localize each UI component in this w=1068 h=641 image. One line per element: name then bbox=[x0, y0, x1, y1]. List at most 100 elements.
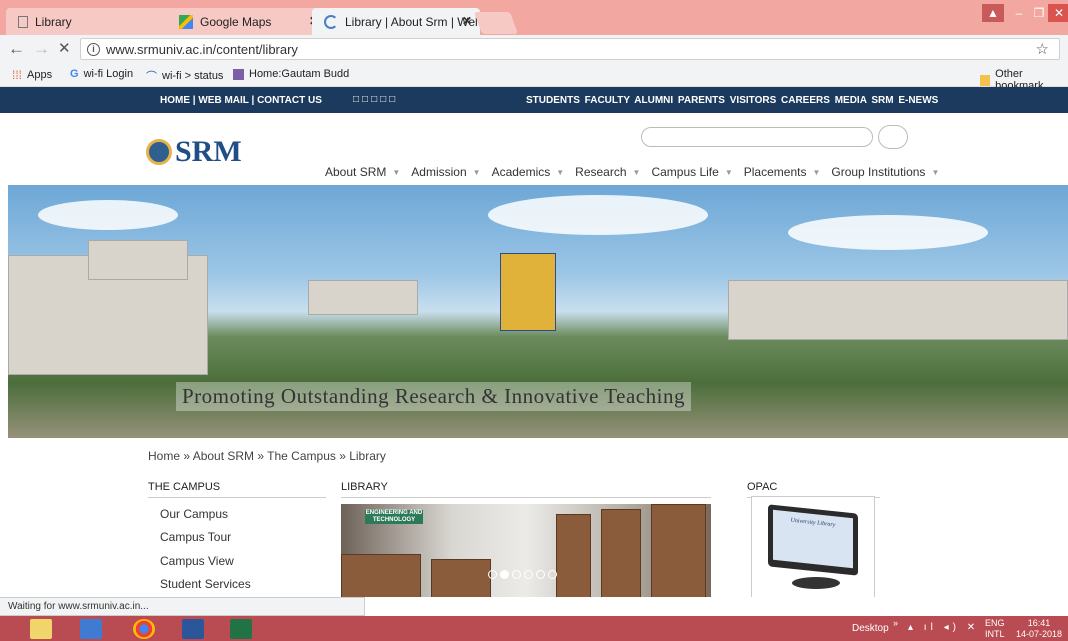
bookshelf bbox=[651, 504, 706, 597]
chrome-icon[interactable] bbox=[133, 619, 155, 639]
site-search-input[interactable] bbox=[641, 127, 873, 147]
user-icon[interactable]: ▲ bbox=[982, 4, 1004, 22]
bookmarks-bar: ⁞⁞⁞ Apps G wi-fi Login ⌒ wi-fi > status … bbox=[0, 63, 1068, 92]
site-search-button[interactable] bbox=[878, 125, 908, 149]
browser-toolbar: ← → ✕ i www.srmuniv.ac.in/content/librar… bbox=[0, 35, 1068, 63]
monitor-stand bbox=[792, 577, 840, 589]
slide-dot[interactable] bbox=[536, 570, 545, 579]
opac-link[interactable]: University Library bbox=[751, 496, 875, 597]
maps-icon bbox=[179, 14, 193, 29]
tab-title: Library bbox=[35, 14, 72, 29]
caret-down-icon: ▼ bbox=[812, 167, 821, 177]
tab-title: Library | About Srm | Wel bbox=[345, 14, 478, 29]
nav-placements[interactable]: Placements ▼ bbox=[744, 165, 821, 179]
restore-button[interactable]: ❐ bbox=[1028, 4, 1050, 22]
top-links[interactable]: HOME | WEB MAIL | CONTACT US bbox=[160, 95, 322, 106]
nav-admission[interactable]: Admission ▼ bbox=[411, 165, 480, 179]
minimize-button[interactable]: – bbox=[1008, 4, 1030, 22]
audience-links[interactable]: STUDENTS FACULTY ALUMNI PARENTS VISITORS… bbox=[526, 95, 938, 106]
browser-tab-strip: Library ✕ Google Maps ✕ Library | About … bbox=[0, 0, 1068, 35]
building-right bbox=[728, 280, 1068, 340]
bookmark-wifi-status[interactable]: ⌒ wi-fi > status bbox=[146, 68, 223, 84]
link-student-services[interactable]: Student Services bbox=[160, 577, 251, 591]
srm-logo[interactable]: SRM bbox=[146, 135, 242, 169]
building-mid bbox=[308, 280, 418, 315]
desktop-toolbar[interactable]: Desktop bbox=[852, 623, 889, 634]
nav-campus-life[interactable]: Campus Life ▼ bbox=[651, 165, 732, 179]
lang-layout: INTL bbox=[985, 629, 1005, 639]
nav-academics[interactable]: Academics ▼ bbox=[492, 165, 565, 179]
banner-caption: Promoting Outstanding Research & Innovat… bbox=[176, 382, 691, 411]
library-sign: ENGINEERING AND TECHNOLOGY bbox=[365, 510, 423, 524]
cloud bbox=[488, 195, 708, 235]
caret-down-icon: ▼ bbox=[392, 167, 401, 177]
cloud bbox=[38, 200, 178, 230]
slideshow-dots bbox=[488, 570, 560, 579]
back-icon[interactable]: ← bbox=[8, 39, 25, 59]
bookmark-apps[interactable]: ⁞⁞⁞ Apps bbox=[12, 68, 52, 82]
tab-library-srm[interactable]: Library | About Srm | Wel ✕ bbox=[312, 8, 480, 35]
opac-screen-text: University Library bbox=[773, 509, 853, 569]
bookmark-wifi-login[interactable]: G wi-fi Login bbox=[70, 68, 133, 80]
slide-dot[interactable] bbox=[488, 570, 497, 579]
site-top-bar: HOME | WEB MAIL | CONTACT US □□□□□ STUDE… bbox=[0, 87, 1068, 113]
library-slideshow[interactable]: ENGINEERING AND TECHNOLOGY bbox=[341, 504, 711, 597]
central-tower bbox=[500, 253, 556, 331]
lang-code: ENG bbox=[985, 618, 1005, 628]
link-our-campus[interactable]: Our Campus bbox=[160, 507, 228, 521]
nav-group-institutions[interactable]: Group Institutions ▼ bbox=[831, 165, 939, 179]
link-campus-view[interactable]: Campus View bbox=[160, 554, 234, 568]
caret-down-icon: ▼ bbox=[632, 167, 641, 177]
excel-icon[interactable] bbox=[230, 619, 252, 639]
monitor-icon: University Library bbox=[768, 504, 858, 576]
breadcrumb[interactable]: Home » About SRM » The Campus » Library bbox=[148, 449, 386, 463]
status-bubble: Waiting for www.srmuniv.ac.in... bbox=[0, 597, 365, 616]
slide-dot[interactable] bbox=[524, 570, 533, 579]
file-explorer-icon[interactable] bbox=[30, 619, 52, 639]
nav-label: Campus Life bbox=[651, 165, 719, 179]
clock-date: 14-07-2018 bbox=[1016, 629, 1063, 639]
nav-label: Admission bbox=[411, 165, 467, 179]
nav-label: Academics bbox=[491, 165, 551, 179]
campus-banner: Promoting Outstanding Research & Innovat… bbox=[8, 185, 1068, 438]
info-icon[interactable]: i bbox=[87, 42, 100, 56]
srm-emblem-icon bbox=[146, 139, 172, 165]
web-page: HOME | WEB MAIL | CONTACT US □□□□□ STUDE… bbox=[0, 87, 1068, 597]
bookshelf bbox=[431, 559, 491, 597]
bookshelf bbox=[601, 509, 641, 597]
nav-research[interactable]: Research ▼ bbox=[575, 165, 640, 179]
language-indicator[interactable]: ENG INTL bbox=[985, 618, 1005, 640]
chevron-right-icon[interactable]: » bbox=[893, 618, 898, 628]
clock-time: 16:41 bbox=[1027, 618, 1051, 628]
star-icon[interactable]: ☆ bbox=[1036, 40, 1049, 58]
new-tab-button[interactable] bbox=[473, 12, 519, 34]
caret-down-icon: ▼ bbox=[724, 167, 733, 177]
tab-google-maps[interactable]: Google Maps ✕ bbox=[167, 8, 327, 35]
word-icon[interactable] bbox=[182, 619, 204, 639]
slide-dot[interactable] bbox=[548, 570, 557, 579]
link-campus-tour[interactable]: Campus Tour bbox=[160, 530, 231, 544]
caret-down-icon: ▼ bbox=[931, 167, 940, 177]
nav-about-srm[interactable]: About SRM ▼ bbox=[325, 165, 400, 179]
main-navigation: About SRM ▼ Admission ▼ Academics ▼ Researc… bbox=[325, 165, 950, 179]
tray-icons[interactable]: ▴ ıl ◂) ✕ bbox=[908, 622, 979, 633]
close-window-button[interactable]: ✕ bbox=[1048, 4, 1068, 22]
address-bar[interactable]: i www.srmuniv.ac.in/content/library ☆ bbox=[80, 38, 1060, 60]
stop-icon[interactable]: ✕ bbox=[58, 39, 71, 59]
forward-icon[interactable]: → bbox=[33, 39, 50, 59]
bookmark-label: Apps bbox=[27, 69, 53, 81]
slide-dot[interactable] bbox=[512, 570, 521, 579]
google-icon: G bbox=[70, 68, 79, 80]
nav-label: Group Institutions bbox=[831, 165, 926, 179]
close-icon[interactable]: ✕ bbox=[462, 14, 472, 28]
url-text[interactable]: www.srmuniv.ac.in/content/library bbox=[106, 42, 298, 57]
bookmark-gautam-budd[interactable]: Home:Gautam Budd bbox=[233, 68, 349, 80]
clock[interactable]: 16:41 14-07-2018 bbox=[1016, 618, 1062, 640]
apps-grid-icon: ⁞⁞⁞ bbox=[12, 68, 23, 82]
social-icons[interactable]: □□□□□ bbox=[353, 94, 398, 105]
library-heading: LIBRARY bbox=[341, 481, 711, 498]
slide-dot-active[interactable] bbox=[500, 570, 509, 579]
nav-label: Placements bbox=[743, 165, 807, 179]
lync-icon[interactable] bbox=[80, 619, 102, 639]
tab-library[interactable]: Library ✕ bbox=[6, 8, 186, 35]
